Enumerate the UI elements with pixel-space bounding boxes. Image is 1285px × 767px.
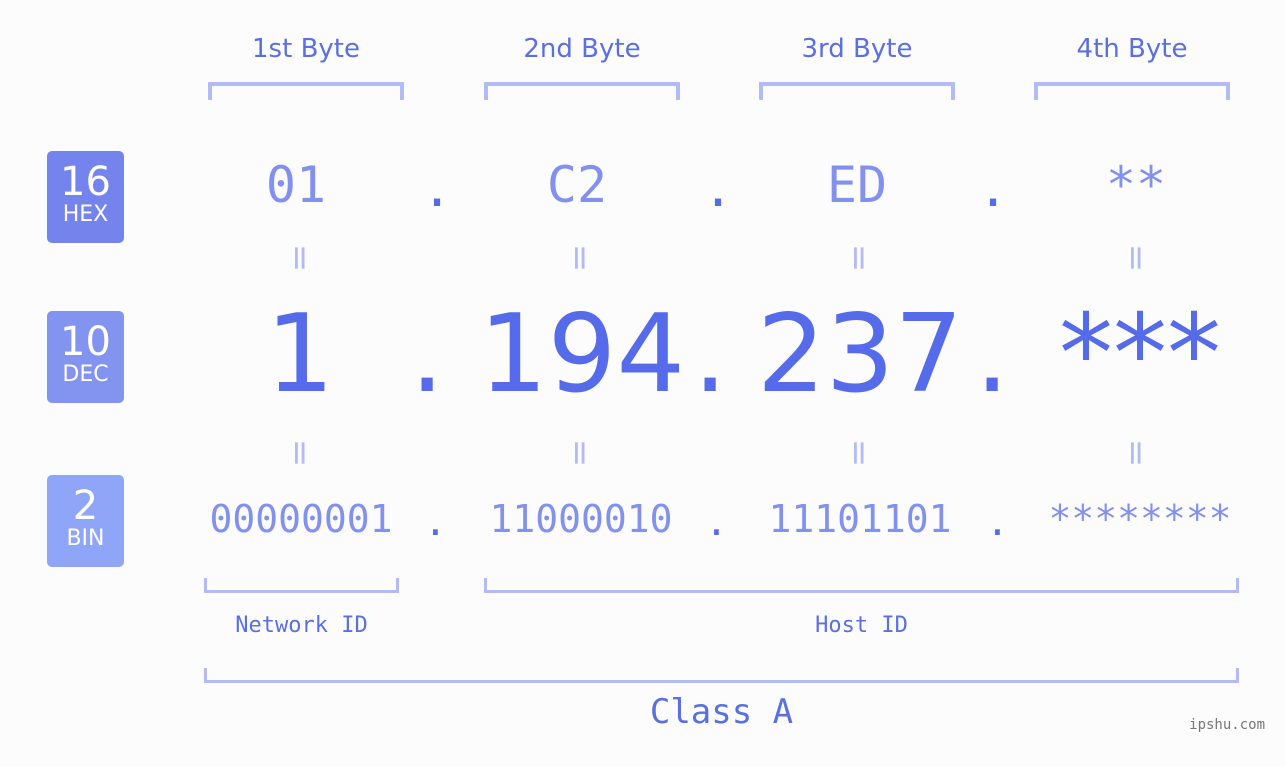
byte-header-2: 2nd Byte <box>523 34 641 64</box>
bin-byte-4: ******** <box>1048 497 1232 541</box>
hex-byte-4: ** <box>1105 156 1167 214</box>
byte-bracket-1 <box>208 82 404 100</box>
hex-byte-3: ED <box>826 156 888 214</box>
byte-bracket-2 <box>484 82 680 100</box>
dec-badge-label: DEC <box>62 362 109 387</box>
bin-byte-2: 11000010 <box>489 497 673 541</box>
dec-separator-1: . <box>410 292 445 417</box>
host-id-label: Host ID <box>815 613 908 638</box>
bin-byte-3: 11101101 <box>768 497 952 541</box>
equals-sign: = <box>560 243 600 273</box>
bin-separator-2: . <box>705 500 728 544</box>
hex-badge: 16 HEX <box>47 151 124 243</box>
hex-byte-2: C2 <box>546 156 608 214</box>
equals-sign: = <box>839 438 879 468</box>
dec-byte-2: 194 <box>478 292 686 417</box>
equals-sign: = <box>560 438 600 468</box>
equals-sign: = <box>1116 243 1156 273</box>
dec-separator-2: . <box>693 292 728 417</box>
equals-sign: = <box>1116 438 1156 468</box>
hex-separator-3: . <box>978 160 1009 218</box>
byte-bracket-4 <box>1034 82 1230 100</box>
byte-bracket-3 <box>759 82 955 100</box>
bin-byte-1: 00000001 <box>209 497 393 541</box>
bin-badge-label: BIN <box>66 526 105 551</box>
hex-badge-label: HEX <box>62 202 109 227</box>
class-bracket <box>204 668 1239 683</box>
equals-sign: = <box>280 438 320 468</box>
dec-badge-number: 10 <box>60 319 111 365</box>
dec-separator-3: . <box>975 292 1010 417</box>
bin-badge: 2 BIN <box>47 475 124 567</box>
network-id-label: Network ID <box>235 613 368 638</box>
equals-sign: = <box>839 243 879 273</box>
dec-byte-3: 237 <box>756 292 964 417</box>
bin-badge-number: 2 <box>72 483 99 529</box>
bin-separator-3: . <box>986 500 1009 544</box>
byte-header-1: 1st Byte <box>252 34 360 64</box>
hex-badge-number: 16 <box>60 159 111 205</box>
host-id-bracket <box>484 578 1239 593</box>
hex-separator-2: . <box>703 160 734 218</box>
hex-separator-1: . <box>422 160 453 218</box>
dec-badge: 10 DEC <box>47 311 124 403</box>
bin-separator-1: . <box>424 500 447 544</box>
class-label: Class A <box>649 692 794 732</box>
hex-byte-1: 01 <box>265 156 327 214</box>
dec-byte-4: *** <box>1059 292 1221 417</box>
byte-header-4: 4th Byte <box>1076 34 1188 64</box>
watermark: ipshu.com <box>1189 717 1265 733</box>
dec-byte-1: 1 <box>265 292 335 417</box>
byte-header-3: 3rd Byte <box>801 34 913 64</box>
network-id-bracket <box>204 578 399 593</box>
equals-sign: = <box>280 243 320 273</box>
